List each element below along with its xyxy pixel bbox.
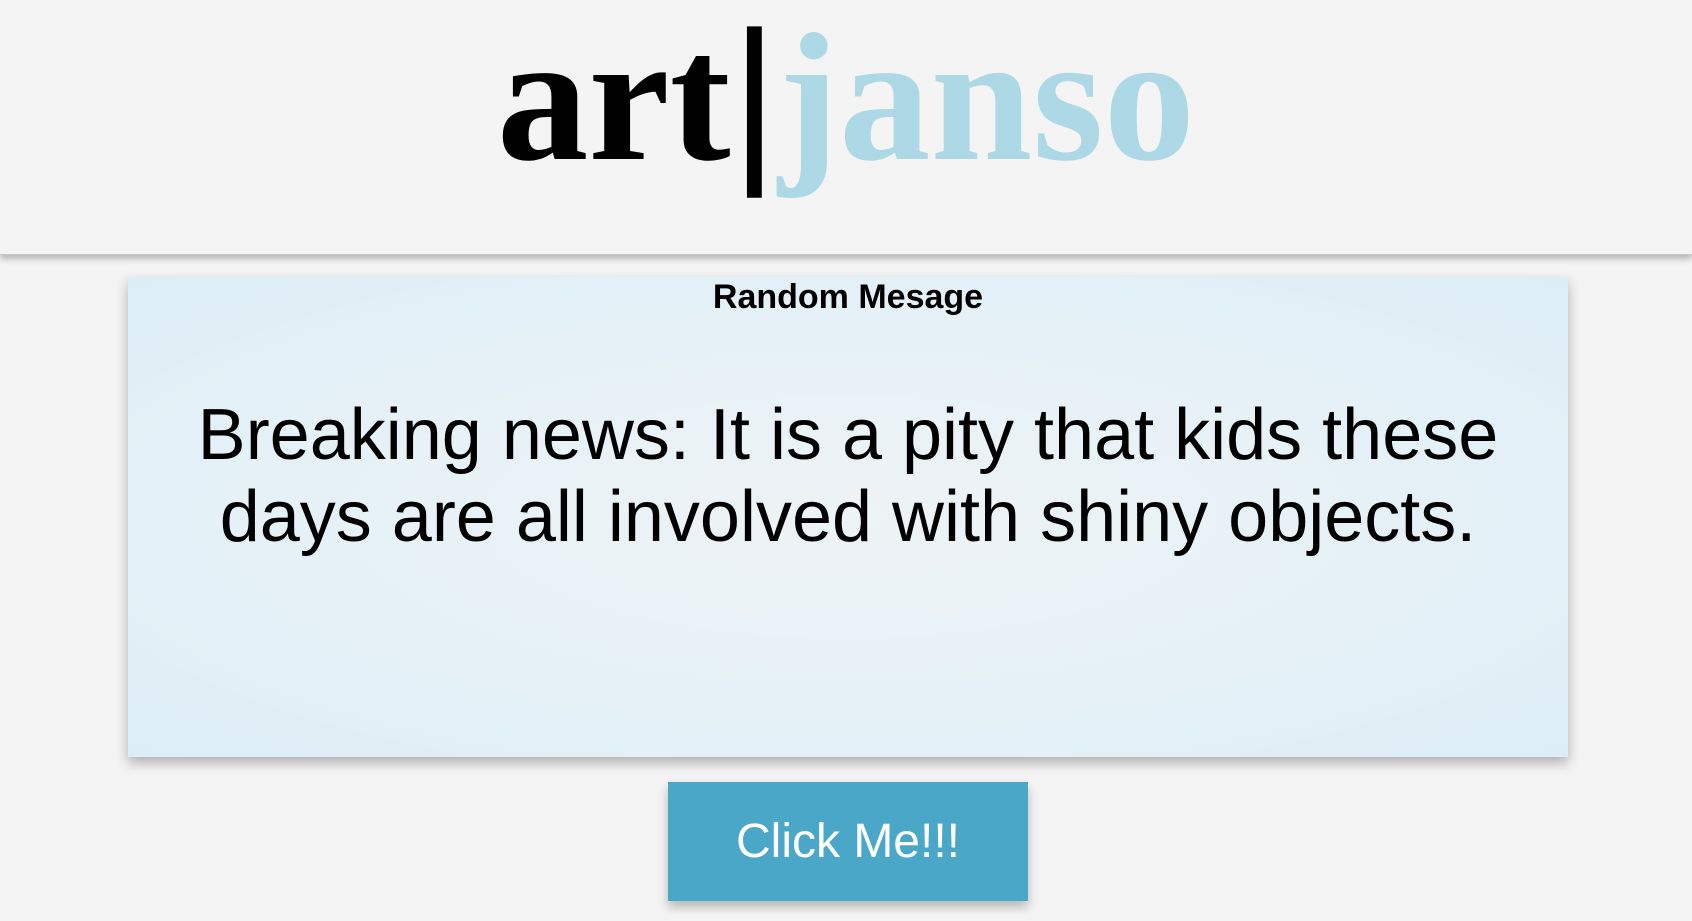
click-me-button[interactable]: Click Me!!! xyxy=(668,782,1028,901)
logo-text-art: art xyxy=(496,0,731,199)
site-header: art|janso xyxy=(0,0,1692,255)
logo-text-janso: janso xyxy=(778,0,1196,199)
message-card: Random Mesage Breaking news: It is a pit… xyxy=(128,277,1568,757)
random-message-text: Breaking news: It is a pity that kids th… xyxy=(197,395,1499,557)
message-card-title: Random Mesage xyxy=(712,278,984,316)
site-logo[interactable]: art|janso xyxy=(0,4,1692,189)
logo-separator: | xyxy=(730,0,779,198)
